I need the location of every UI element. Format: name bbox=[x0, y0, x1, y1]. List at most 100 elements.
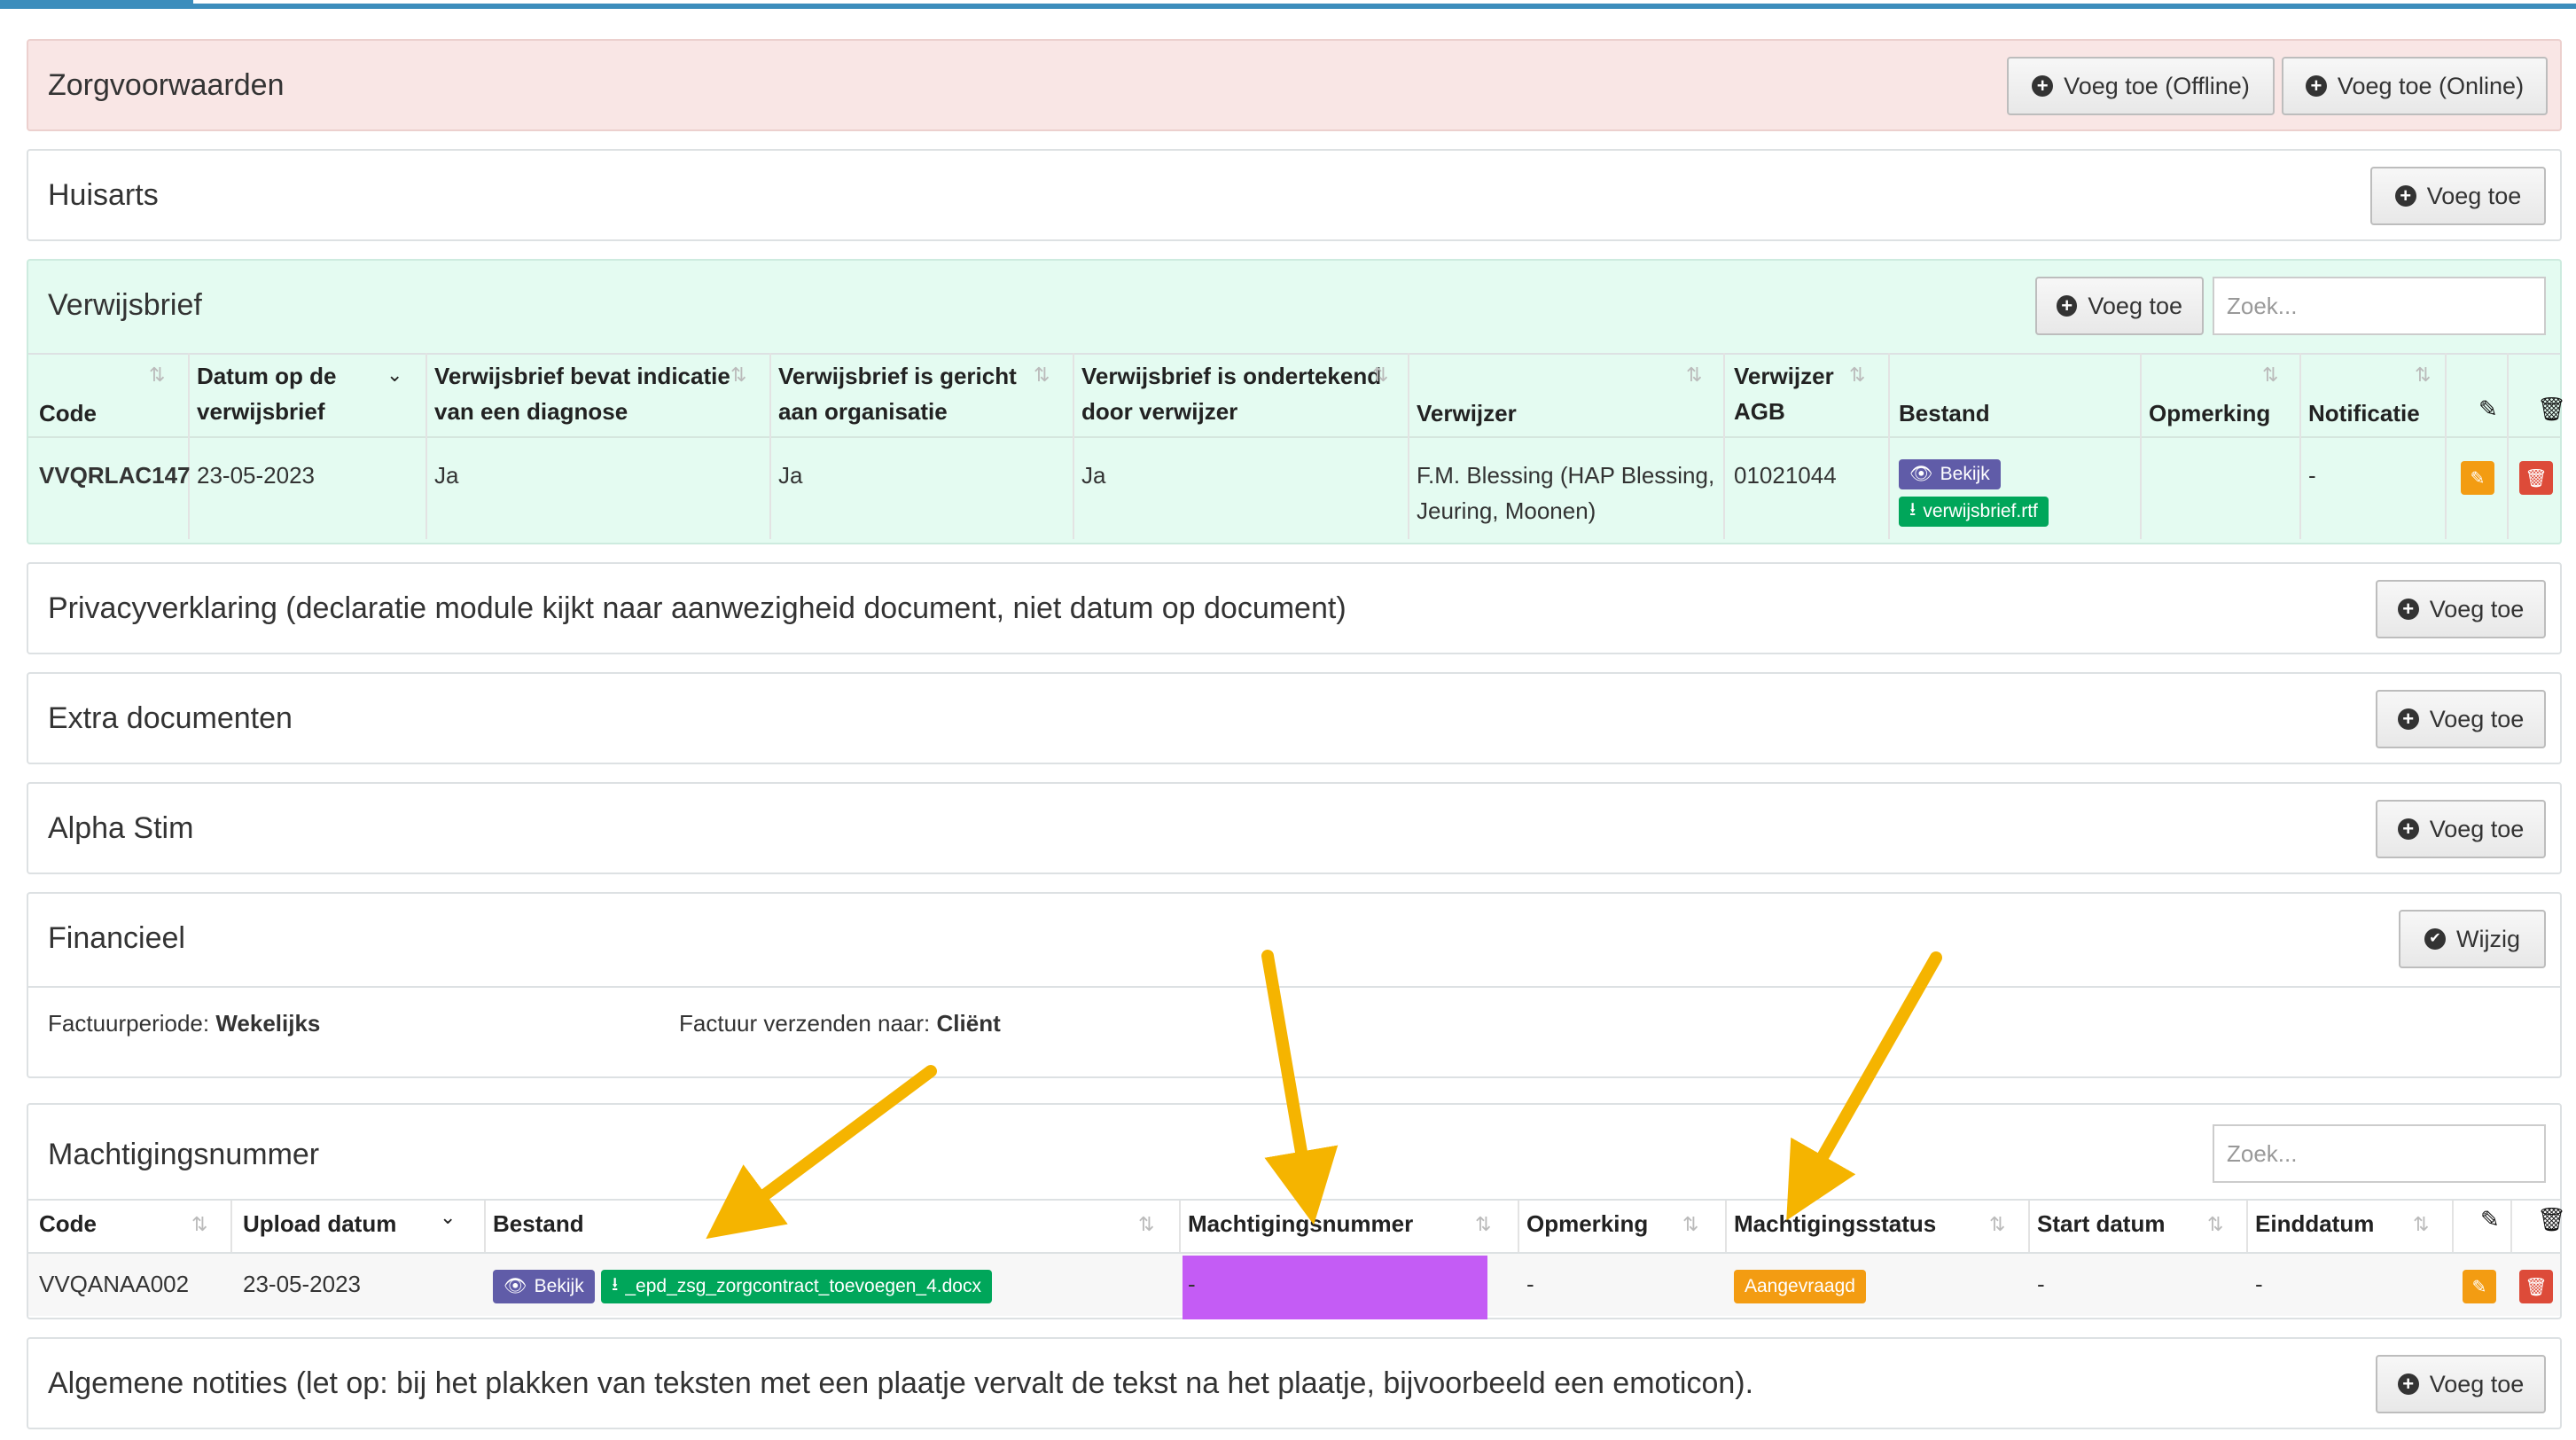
panel-title: Privacyverklaring (declaratie module kij… bbox=[48, 591, 1347, 625]
add-verwijsbrief-button[interactable]: + Voeg toe bbox=[2035, 277, 2204, 335]
panel-verwijsbrief: Verwijsbrief + Voeg toe Zoek... Code ⇅ Da… bbox=[27, 259, 2566, 544]
plus-circle-icon: + bbox=[2397, 1373, 2419, 1395]
download-icon: ⭳ bbox=[612, 1273, 619, 1295]
sort-icon[interactable]: ⇅ bbox=[149, 364, 165, 387]
edit-button[interactable]: ✎ bbox=[2461, 461, 2494, 495]
col-header-opmerking[interactable]: Opmerking bbox=[1526, 1206, 1648, 1241]
edit-button[interactable]: ✎ bbox=[2463, 1270, 2496, 1303]
sort-icon[interactable]: ⇅ bbox=[2207, 1213, 2223, 1236]
panel-title: Alpha Stim bbox=[48, 811, 194, 845]
add-extra-document-button[interactable]: + Voeg toe bbox=[2376, 690, 2546, 748]
trash-icon: 🗑 bbox=[2525, 1277, 2548, 1297]
col-header-code[interactable]: Code bbox=[39, 1206, 97, 1241]
col-header-verwijzer[interactable]: Verwijzer bbox=[1417, 395, 1517, 431]
plus-circle-icon: + bbox=[2397, 818, 2419, 840]
sort-icon[interactable]: ⇅ bbox=[1849, 364, 1865, 387]
col-header-bestand: Bestand bbox=[1899, 400, 1990, 427]
tab-underline bbox=[0, 4, 2576, 9]
add-alpha-stim-button[interactable]: + Voeg toe bbox=[2376, 800, 2546, 858]
pencil-icon: ✎ bbox=[2478, 395, 2498, 422]
sort-icon[interactable]: ⇅ bbox=[2415, 364, 2431, 387]
cell-upload-datum: 23-05-2023 bbox=[243, 1271, 361, 1297]
sort-icon[interactable]: ⇅ bbox=[1372, 364, 1388, 387]
panel-financieel: Financieel ✔ Wijzig Factuurperiode: Wekel… bbox=[27, 892, 2562, 1078]
panel-title: Machtigingsnummer bbox=[48, 1138, 320, 1171]
add-notitie-button[interactable]: + Voeg toe bbox=[2376, 1355, 2546, 1413]
chevron-down-icon[interactable]: ⌄ bbox=[440, 1206, 456, 1229]
cell-datum: 23-05-2023 bbox=[197, 462, 315, 489]
col-header-ondertekend[interactable]: Verwijsbrief is ondertekend door verwijze… bbox=[1081, 358, 1381, 429]
panel-machtigingsnummer: Machtigingsnummer Zoek... Code ⇅ Upload … bbox=[27, 1103, 2566, 1319]
chevron-down-icon[interactable]: ⌄ bbox=[386, 364, 402, 387]
cell-agb: 01021044 bbox=[1734, 462, 1837, 489]
col-header-datum[interactable]: Datum op de verwijsbrief bbox=[197, 358, 336, 429]
panel-extra-documenten: Extra documenten + Voeg toe bbox=[27, 672, 2562, 764]
panel-title: Extra documenten bbox=[48, 701, 293, 735]
divider bbox=[28, 353, 2560, 355]
col-header-upload-datum[interactable]: Upload datum bbox=[243, 1206, 396, 1241]
pencil-icon: ✎ bbox=[2480, 1206, 2500, 1233]
sort-icon[interactable]: ⇅ bbox=[1989, 1213, 2005, 1236]
view-file-button[interactable]: 👁 Bekijk bbox=[493, 1270, 595, 1303]
col-header-machtigingsstatus[interactable]: Machtigingsstatus bbox=[1734, 1206, 1936, 1241]
col-header-agb[interactable]: Verwijzer AGB bbox=[1734, 358, 1834, 429]
panel-algemene-notities: Algemene notities (let op: bij het plakk… bbox=[27, 1337, 2562, 1429]
col-header-notificatie[interactable]: Notificatie bbox=[2308, 395, 2420, 431]
download-file-button[interactable]: ⭳ _epd_zsg_zorgcontract_toevoegen_4.docx bbox=[601, 1270, 992, 1303]
col-header-opmerking[interactable]: Opmerking bbox=[2149, 395, 2270, 431]
delete-button[interactable]: 🗑 bbox=[2519, 1270, 2553, 1303]
sort-icon[interactable]: ⇅ bbox=[1475, 1213, 1491, 1236]
panel-privacyverklaring: Privacyverklaring (declaratie module kij… bbox=[27, 562, 2562, 654]
download-file-button[interactable]: ⭳ verwijsbrief.rtf bbox=[1899, 497, 2049, 527]
add-huisarts-button[interactable]: + Voeg toe bbox=[2370, 167, 2546, 225]
col-header-organisatie[interactable]: Verwijsbrief is gericht aan organisatie bbox=[778, 358, 1017, 429]
col-header-bestand[interactable]: Bestand bbox=[493, 1206, 584, 1241]
sort-icon[interactable]: ⇅ bbox=[2413, 1213, 2429, 1236]
divider bbox=[28, 1199, 2560, 1201]
cell-start-datum: - bbox=[2037, 1271, 2045, 1297]
panel-title: Zorgvoorwaarden bbox=[48, 68, 285, 102]
panel-title: Huisarts bbox=[48, 178, 159, 212]
cell-machtigingsnummer: - bbox=[1188, 1271, 1196, 1297]
plus-circle-icon: + bbox=[2305, 75, 2327, 97]
sort-icon[interactable]: ⇅ bbox=[1682, 1213, 1698, 1236]
view-file-button[interactable]: 👁 Bekijk bbox=[1899, 459, 2001, 489]
eye-icon: 👁 bbox=[503, 1276, 527, 1296]
factuurperiode: Factuurperiode: Wekelijks bbox=[48, 1010, 321, 1037]
sort-icon[interactable]: ⇅ bbox=[191, 1213, 207, 1236]
panel-zorgvoorwaarden: Zorgvoorwaarden + Voeg toe (Offline) + Voe… bbox=[27, 39, 2562, 131]
col-header-code[interactable]: Code bbox=[39, 395, 97, 431]
search-input[interactable]: Zoek... bbox=[2213, 277, 2546, 335]
trash-icon: 🗑 bbox=[2537, 395, 2567, 422]
cell-code: VVQANAA002 bbox=[39, 1271, 190, 1297]
col-header-machtigingsnummer[interactable]: Machtigingsnummer bbox=[1188, 1206, 1413, 1241]
cell-organisatie: Ja bbox=[778, 462, 803, 489]
col-header-diagnose[interactable]: Verwijsbrief bevat indicatie van een diag… bbox=[434, 358, 730, 429]
sort-icon[interactable]: ⇅ bbox=[1686, 364, 1702, 387]
col-header-einddatum[interactable]: Einddatum bbox=[2255, 1206, 2374, 1241]
panel-huisarts: Huisarts + Voeg toe bbox=[27, 149, 2562, 241]
edit-financieel-button[interactable]: ✔ Wijzig bbox=[2399, 910, 2546, 968]
cell-ondertekend: Ja bbox=[1081, 462, 1106, 489]
add-online-button[interactable]: + Voeg toe (Online) bbox=[2282, 57, 2548, 115]
panel-title: Financieel bbox=[48, 921, 185, 955]
sort-icon[interactable]: ⇅ bbox=[2262, 364, 2278, 387]
add-privacy-button[interactable]: + Voeg toe bbox=[2376, 580, 2546, 638]
trash-icon: 🗑 bbox=[2525, 468, 2548, 489]
plus-circle-icon: + bbox=[2397, 708, 2419, 730]
sort-icon[interactable]: ⇅ bbox=[1138, 1213, 1154, 1236]
pencil-icon: ✎ bbox=[2471, 1277, 2487, 1297]
sort-icon[interactable]: ⇅ bbox=[730, 364, 746, 387]
sort-icon[interactable]: ⇅ bbox=[1034, 364, 1050, 387]
active-tab-indicator[interactable] bbox=[0, 0, 193, 9]
cell-opmerking: - bbox=[1526, 1271, 1534, 1297]
divider bbox=[28, 986, 2560, 988]
cell-notificatie: - bbox=[2308, 462, 2316, 489]
col-header-start-datum[interactable]: Start datum bbox=[2037, 1206, 2165, 1241]
search-input[interactable]: Zoek... bbox=[2213, 1124, 2546, 1183]
add-offline-button[interactable]: + Voeg toe (Offline) bbox=[2007, 57, 2275, 115]
delete-button[interactable]: 🗑 bbox=[2519, 461, 2553, 495]
trash-icon: 🗑 bbox=[2537, 1206, 2567, 1233]
cell-diagnose: Ja bbox=[434, 462, 459, 489]
eye-icon: 👁 bbox=[1909, 464, 1933, 484]
